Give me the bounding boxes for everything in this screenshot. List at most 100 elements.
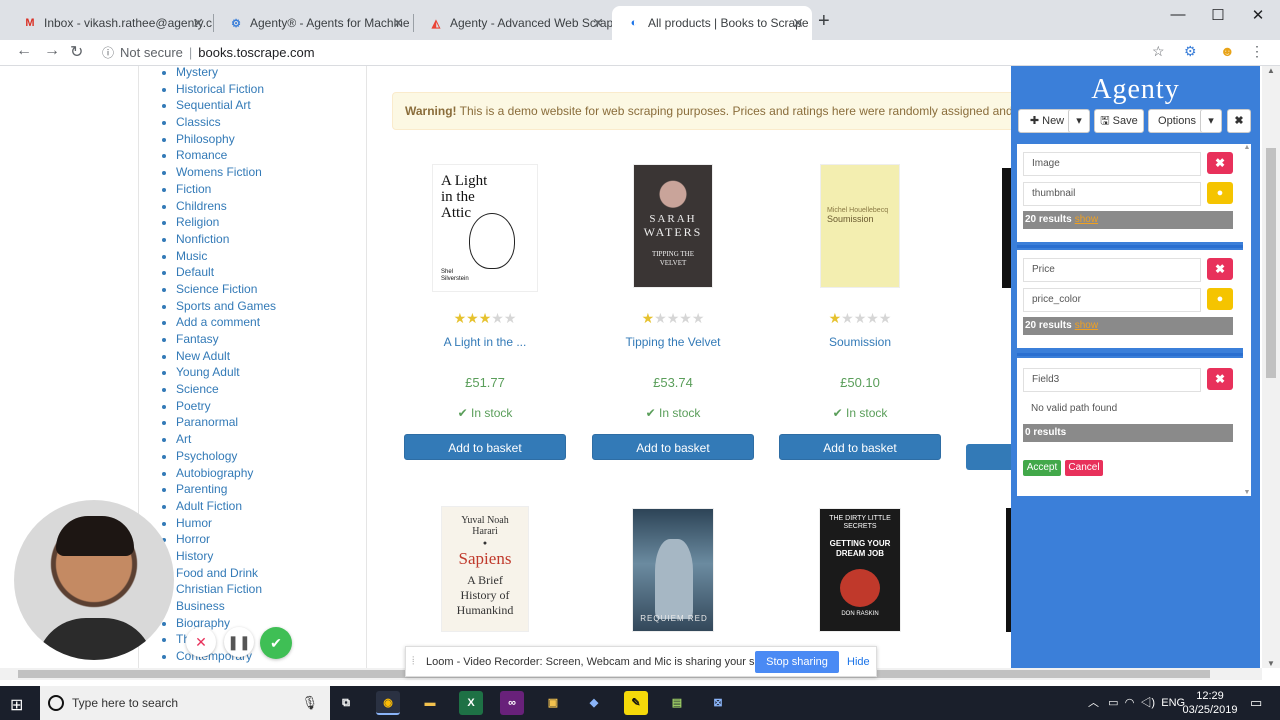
tab-books-to-scrape[interactable]: ◐ All products | Books to Scrape - S ✕ [612,6,812,40]
new-dropdown-button[interactable]: ▾ [1068,109,1090,133]
cancel-button[interactable]: Cancel [1065,460,1103,476]
product-title-link[interactable]: Soumission [779,335,941,353]
accept-button[interactable]: Accept [1023,460,1061,476]
reload-icon[interactable]: ↻ [70,42,83,62]
book-cover[interactable]: Yuval Noah Harari ● Sapiens A Brief Hist… [441,506,529,632]
category-link[interactable]: Humor [176,516,212,530]
book-cover[interactable]: REQUIEM RED [632,508,714,632]
category-link[interactable]: Horror [176,532,210,546]
category-link[interactable]: Paranormal [176,415,238,429]
category-link[interactable]: Philosophy [176,132,235,146]
category-link[interactable]: History [176,549,213,563]
category-link[interactable]: Parenting [176,482,227,496]
bookmark-star-icon[interactable]: ☆ [1152,43,1165,60]
app-icon[interactable]: ◆ [582,691,606,715]
delete-field-button[interactable]: ✖ [1207,152,1233,174]
close-icon[interactable]: ✕ [592,15,604,32]
forward-icon[interactable]: → [44,42,60,60]
notifications-icon[interactable]: ▭ [1250,695,1262,711]
category-link[interactable]: Sports and Games [176,299,276,313]
info-icon[interactable]: ⓘ [102,44,114,61]
excel-icon[interactable]: X [459,691,483,715]
add-to-basket-button[interactable]: Add to basket [404,434,566,460]
agenty-extension-icon[interactable]: ⚙ [1184,43,1197,60]
save-button[interactable]: 🖫 Save [1094,109,1144,133]
taskbar-clock[interactable]: 12:29 03/25/2019 [1178,689,1242,717]
maximize-icon[interactable]: ☐ [1196,6,1240,24]
chrome-taskbar-icon[interactable]: ◉ [376,691,400,715]
pick-selector-button[interactable]: ● [1207,182,1233,204]
page-vertical-scrollbar[interactable]: ▲ ▼ [1262,66,1280,668]
close-panel-button[interactable]: ✖ [1227,109,1251,133]
drag-handle-icon[interactable]: ⦙ [412,655,414,668]
category-link[interactable]: Business [176,599,225,613]
product-title-link[interactable]: A Light in the ... [404,335,566,353]
category-link[interactable]: Sequential Art [176,98,251,112]
sticky-notes-icon[interactable]: ✎ [624,691,648,715]
category-link[interactable]: Food and Drink [176,566,258,580]
field-list-scrollbar[interactable]: ▲ ▼ [1243,144,1251,496]
pick-selector-button[interactable]: ● [1207,288,1233,310]
book-cover[interactable]: THE DIRTY LITTLE SECRETS GETTING YOUR DR… [819,508,901,632]
tab-gmail[interactable]: M Inbox - vikash.rathee@agenty.co ✕ [8,6,212,40]
category-link[interactable]: Christian Fiction [176,582,262,596]
category-link[interactable]: Mystery [176,66,218,79]
show-results-link[interactable]: show [1075,320,1098,331]
options-button[interactable]: Options [1148,109,1206,133]
volume-icon[interactable]: ◁) [1140,697,1155,709]
category-link[interactable]: Historical Fiction [176,82,264,96]
category-link[interactable]: Childrens [176,199,227,213]
close-icon[interactable]: ✕ [792,15,804,32]
category-link[interactable]: Classics [176,115,221,129]
category-link[interactable]: Religion [176,215,219,229]
delete-field-button[interactable]: ✖ [1207,368,1233,390]
scroll-thumb[interactable] [1266,148,1276,378]
loom-finish-icon[interactable]: ✔ [260,627,292,659]
new-tab-button[interactable]: + [818,10,830,33]
loom-cancel-icon[interactable]: ✕ [186,627,216,657]
field-selector-input[interactable]: No valid path found [1023,398,1201,422]
category-link[interactable]: New Adult [176,349,230,363]
book-cover[interactable]: A Light in the Attic Shel Silverstein [432,164,538,292]
file-explorer-icon[interactable]: ▬ [418,691,442,715]
category-link[interactable]: Poetry [176,399,211,413]
tab-agenty-site[interactable]: ⚙ Agenty® - Agents for Machine l ✕ [214,6,412,40]
category-link[interactable]: Nonfiction [176,232,229,246]
tab-chrome-store[interactable]: ◭ Agenty - Advanced Web Scraper ✕ [414,6,612,40]
category-link[interactable]: Science Fiction [176,282,257,296]
category-link[interactable]: Young Adult [176,365,240,379]
field-name-input[interactable]: Field3 [1023,368,1201,392]
hide-button[interactable]: Hide [847,656,870,668]
add-to-basket-button[interactable]: Add to basket [779,434,941,460]
category-link[interactable]: Default [176,265,214,279]
scroll-up-icon[interactable]: ▲ [1243,144,1251,151]
address-bar[interactable]: ⓘ Not secure | books.toscrape.com [102,41,1182,63]
add-to-basket-button[interactable]: Add to basket [592,434,754,460]
network-icon[interactable]: ▭ [1108,697,1118,709]
profile-avatar-icon[interactable]: ☻ [1220,43,1235,59]
visual-studio-icon[interactable]: ∞ [500,691,524,715]
show-results-link[interactable]: show [1075,214,1098,225]
category-link[interactable]: Womens Fiction [176,165,262,179]
field-selector-input[interactable]: price_color [1023,288,1201,312]
delete-field-button[interactable]: ✖ [1207,258,1233,280]
options-dropdown-button[interactable]: ▾ [1200,109,1222,133]
taskbar-search-box[interactable]: Type here to search 🎙 [40,686,330,720]
field-name-input[interactable]: Image [1023,152,1201,176]
show-hidden-icons[interactable]: ︿ [1088,697,1099,709]
loom-webcam-bubble[interactable] [14,500,174,660]
menu-icon[interactable]: ⋮ [1250,43,1264,60]
app-icon[interactable]: ▤ [665,691,689,715]
product-title-link[interactable]: Tipping the Velvet [592,335,754,353]
book-cover[interactable]: Michel Houellebecq Soumission [820,164,900,288]
scroll-down-icon[interactable]: ▼ [1262,659,1280,668]
wifi-icon[interactable]: ◠ [1125,697,1135,709]
loom-pause-icon[interactable]: ❚❚ [224,627,254,657]
close-icon[interactable]: ✕ [392,15,404,32]
category-link[interactable]: Adult Fiction [176,499,242,513]
book-cover[interactable]: SARAH WATERS TIPPING THE VELVET [633,164,713,288]
category-link[interactable]: Add a comment [176,315,260,329]
category-link[interactable]: Science [176,382,219,396]
windows-start-icon[interactable]: ⊞ [10,695,23,715]
field-name-input[interactable]: Price [1023,258,1201,282]
